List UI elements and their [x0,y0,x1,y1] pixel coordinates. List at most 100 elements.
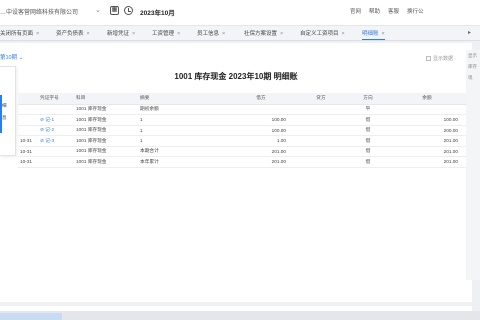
show-data-toggle[interactable]: 显示数据 [426,55,453,62]
cell-direction: 借 [348,125,388,136]
ledger-table: 凭证字号 科目 摘要 借方 贷方 方向 余额 1001 库存现金 期初余额 平 … [18,93,466,168]
calendar-icon[interactable]: ▦ [110,6,119,15]
cell-voucher[interactable]: ⊘ 记-1 [38,114,74,126]
close-icon[interactable]: × [280,31,283,37]
close-icon[interactable]: × [177,31,180,37]
chevron-down-icon: ⌄ [18,55,24,61]
link-support[interactable]: 客服 [388,7,399,15]
cell-direction: 借 [348,114,388,126]
col-date [18,93,38,105]
table-row[interactable]: 10-31 ⊘ 记-3 1001 库存现金 1 1.00 借 201.00 [18,135,466,147]
col-account: 科目 [74,93,138,105]
tab-label: 员工信息 [197,31,220,37]
cell-date [18,104,38,115]
app-window: …中设客营网络科技有限公司 ⌄ ▦ 2023年10月 官网 帮助 客服 换行公 … [0,0,480,320]
right-panel-item[interactable]: 显示 [466,50,480,61]
cell-voucher[interactable] [38,156,74,168]
tab-payroll[interactable]: 工资管理 × [152,28,180,40]
cell-credit [294,156,348,168]
tab-label: 关闭所有页面 [0,31,34,37]
company-name[interactable]: …中设客营网络科技有限公司 [0,7,78,16]
page-title: 1001 库存现金 2023年10期 明细账 [174,72,298,81]
tab-label: 自定义工资项目 [300,31,339,37]
cell-date [18,125,38,136]
col-debit: 借方 [228,93,294,105]
tab-close-all[interactable]: 关闭所有页面 × [0,28,39,40]
cell-account: 1001 库存现金 [74,135,138,147]
col-summary: 摘要 [138,93,228,105]
voucher-link[interactable]: 记-2 [45,127,54,132]
table-row[interactable]: 10-31 1001 库存现金 本期合计 201.00 借 201.00 [18,146,466,157]
cell-direction: 借 [348,146,388,157]
cell-direction: 借 [348,135,388,147]
cell-debit: 201.00 [228,146,294,157]
cell-summary: 本年累计 [138,156,228,168]
clock-icon[interactable] [124,6,133,15]
close-icon[interactable]: × [87,31,90,37]
more-tabs-icon[interactable]: ▸ [468,29,471,36]
cell-credit [294,114,348,126]
cell-balance: 201.00 [388,146,466,157]
cell-account: 1001 库存现金 [74,156,138,168]
show-data-label: 显示数据 [433,56,454,62]
cell-direction: 平 [348,104,388,115]
tab-balance-sheet[interactable]: 资产负债表 × [56,28,90,40]
cell-credit [294,125,348,136]
tab-new-voucher[interactable]: 新增凭证 × [107,28,135,40]
voucher-link[interactable]: 记-1 [45,117,54,122]
tab-social-security[interactable]: 社保方案设置 × [244,28,283,40]
cell-balance: 200.00 [388,125,466,136]
table-row[interactable]: ⊘ 记-2 1001 库存现金 1 100.00 借 200.00 [18,125,466,136]
cell-voucher[interactable]: ⊘ 记-3 [38,135,74,147]
current-period[interactable]: 2023年10月 [140,7,175,17]
dropdown-item[interactable]: 细 [2,103,7,109]
close-icon[interactable]: × [132,31,135,37]
checkbox[interactable] [426,56,431,61]
col-voucher: 凭证字号 [38,93,74,105]
tab-detail-ledger[interactable]: 明细账 × [362,28,385,40]
period-select[interactable]: 第10期 ⌄ [0,53,23,63]
cell-date: 10-31 [18,135,38,147]
cell-voucher[interactable]: ⊘ 记-2 [38,125,74,136]
ledger-card: 第10期 ⌄ 细 息 显示数据 1001 库存现金 2023年10期 明细账 凭… [0,43,472,311]
cell-voucher[interactable] [38,146,74,157]
link-help[interactable]: 帮助 [369,7,380,15]
cell-credit [294,104,348,115]
cell-summary: 期初余额 [138,104,228,115]
cell-date: 10-31 [18,156,38,168]
voucher-link[interactable]: 记-3 [45,138,54,143]
table-row[interactable]: 10-31 1001 库存现金 本年累计 201.00 借 201.00 [18,156,466,168]
cell-account: 1001 库存现金 [74,146,138,157]
horizontal-scrollbar[interactable] [0,302,472,306]
col-credit: 贷方 [294,93,348,105]
close-icon[interactable]: × [222,31,225,37]
link-switch[interactable]: 换行公 [407,7,424,15]
right-panel-item[interactable]: 库存现 [466,61,480,80]
tab-label: 工资管理 [152,31,175,37]
close-icon[interactable]: × [342,31,345,37]
chevron-down-icon[interactable]: ⌄ [95,6,101,14]
tab-employee-info[interactable]: 员工信息 × [197,28,225,40]
cell-account: 1001 库存现金 [74,125,138,136]
cell-credit [294,135,348,147]
dropdown-item[interactable]: 息 [2,115,7,121]
bottom-strip [0,311,480,320]
cell-summary: 1 [138,125,228,136]
top-links: 官网 帮助 客服 换行公 [350,7,424,15]
cell-voucher[interactable] [38,104,74,115]
cell-debit: 100.00 [228,125,294,136]
tab-strip: 关闭所有页面 × 资产负债表 × 新增凭证 × 工资管理 × 员工信息 × 社保方案设置 ×… [0,26,480,41]
link-website[interactable]: 官网 [350,7,361,15]
cell-debit: 100.00 [228,114,294,126]
table-row[interactable]: 1001 库存现金 期初余额 平 [18,104,466,115]
close-icon[interactable]: × [382,31,385,37]
period-select-label: 第10期 [0,55,18,61]
cell-account: 1001 库存现金 [74,114,138,126]
tab-label: 社保方案设置 [244,31,278,37]
cell-date: 10-31 [18,146,38,157]
tab-custom-salary[interactable]: 自定义工资项目 × [300,28,345,40]
cell-balance: 201.00 [388,135,466,147]
table-row[interactable]: ⊘ 记-1 1001 库存现金 1 100.00 借 100.00 [18,114,466,126]
cell-balance [388,104,466,115]
close-icon[interactable]: × [36,31,39,37]
